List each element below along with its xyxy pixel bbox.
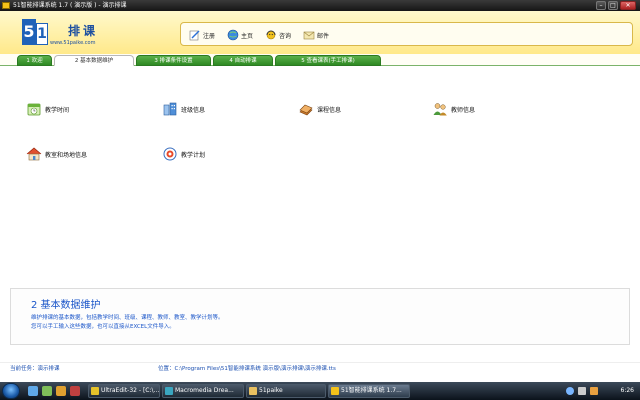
window-title-bar: 51智能排课系统 1.7 ( 演示版 ) - 演示排课 – □ ✕ (0, 0, 640, 11)
quicklaunch-switch-icon[interactable] (42, 386, 52, 396)
register-link[interactable]: 注册 (189, 28, 215, 42)
classroom-info-item[interactable]: 教室和场地信息 (26, 145, 87, 163)
quicklaunch-app-icon[interactable] (56, 386, 66, 396)
taskbar-paike-label: 51智能排课系统 1.7... (341, 387, 402, 394)
logo-url: www.51paike.com (50, 40, 96, 46)
mail-link[interactable]: 邮件 (303, 28, 329, 42)
logo-mark: 5 1 (22, 19, 48, 45)
register-label: 注册 (203, 32, 216, 40)
home-link[interactable]: 主页 (227, 28, 253, 42)
start-orb-icon[interactable] (2, 383, 20, 399)
taskbar-folder[interactable]: 51paike (246, 384, 326, 398)
teacher-info-label: 教师信息 (451, 106, 476, 114)
teachers-icon (433, 103, 447, 116)
tray-app-icon[interactable] (590, 387, 598, 395)
mail-label: 邮件 (317, 32, 330, 40)
step-description: 2 基本数据维护 维护排课的基本数据，包括教学时间、班级、课程、教师、教室、教学… (10, 288, 630, 345)
description-line-2: 您可以手工输入这些数据，也可以直接从EXCEL文件导入。 (31, 324, 175, 330)
dreamweaver-icon (165, 387, 173, 395)
tab-auto-schedule[interactable]: 4 自动排课 (213, 55, 273, 66)
paike-app-icon (331, 387, 339, 395)
quicklaunch-desktop-icon[interactable] (28, 386, 38, 396)
teaching-time-item[interactable]: 教学时间 (26, 100, 69, 118)
network-icon[interactable] (566, 387, 574, 395)
globe-home-icon (227, 29, 239, 41)
status-bar: 当前任务：演示排课 位置：C:\Program Files\51智能排课系统 演… (0, 362, 640, 374)
quicklaunch-app2-icon[interactable] (70, 386, 80, 396)
folder-icon (249, 387, 257, 395)
consult-link[interactable]: 咨询 (265, 28, 291, 42)
window-title: 51智能排课系统 1.7 ( 演示版 ) - 演示排课 (13, 2, 127, 9)
current-task: 当前任务：演示排课 (10, 366, 60, 372)
consult-label: 咨询 (279, 32, 292, 40)
app-icon (2, 2, 10, 9)
step-tabs: 1 欢迎 2 基本数据维护 3 排课条件设置 4 自动排课 5 查看课表(手工排… (0, 54, 640, 66)
class-info-label: 班级信息 (181, 106, 206, 114)
clock-calendar-icon (27, 103, 41, 116)
course-info-label: 课程信息 (317, 106, 342, 114)
course-info-item[interactable]: 课程信息 (298, 100, 341, 118)
top-nav: 注册 主页 咨询 邮件 (180, 22, 633, 46)
ultraedit-icon (91, 387, 99, 395)
taskbar-dreamweaver[interactable]: Macromedia Drea... (162, 384, 244, 398)
tab-conditions[interactable]: 3 排课条件设置 (136, 55, 211, 66)
tab-welcome[interactable]: 1 欢迎 (17, 55, 52, 66)
volume-icon[interactable] (578, 387, 586, 395)
plan-target-icon (163, 147, 177, 161)
taskbar-dreamweaver-label: Macromedia Drea... (175, 387, 234, 394)
description-title: 2 基本数据维护 (31, 300, 101, 311)
app-header: 5 1 排课 www.51paike.com 注册 主页 咨询 邮件 (0, 11, 640, 54)
house-icon (26, 147, 42, 161)
teaching-plan-label: 教学计划 (181, 151, 206, 159)
file-location: 位置：C:\Program Files\51智能排课系统 演示版\演示排课\演示… (158, 366, 336, 372)
home-label: 主页 (241, 32, 254, 40)
teacher-info-item[interactable]: 教师信息 (432, 100, 475, 118)
logo-digit-5: 5 (22, 19, 36, 45)
register-pen-icon (189, 30, 200, 41)
system-tray: 6:26 (560, 382, 640, 400)
taskbar-paike-app[interactable]: 51智能排课系统 1.7... (328, 384, 410, 398)
teaching-time-label: 教学时间 (45, 106, 70, 114)
tab-view-timetable[interactable]: 5 查看课表(手工排课) (275, 55, 381, 66)
headset-icon (266, 30, 276, 40)
description-line-1: 维护排课的基本数据，包括教学时间、班级、课程、教师、教室、教学计划等。 (31, 315, 224, 321)
minimize-button[interactable]: – (596, 1, 606, 10)
main-panel: 教学时间 班级信息 课程信息 教师信息 教室和场地信息 教学计划 (0, 66, 640, 288)
close-button[interactable]: ✕ (620, 1, 636, 10)
maximize-button[interactable]: □ (608, 1, 618, 10)
logo-name: 排课 (68, 24, 99, 38)
taskbar-folder-label: 51paike (259, 387, 283, 394)
taskbar-ultraedit[interactable]: UltraEdit-32 - [C:\... (88, 384, 160, 398)
logo-digit-1: 1 (36, 23, 48, 45)
logo: 5 1 排课 www.51paike.com (22, 19, 132, 51)
tab-basic-data[interactable]: 2 基本数据维护 (54, 55, 134, 66)
taskbar-ultraedit-label: UltraEdit-32 - [C:\... (101, 387, 160, 394)
taskbar-clock[interactable]: 6:26 (621, 385, 634, 397)
class-building-icon (163, 102, 177, 116)
os-taskbar: UltraEdit-32 - [C:\... Macromedia Drea..… (0, 382, 640, 400)
teaching-plan-item[interactable]: 教学计划 (162, 145, 205, 163)
envelope-icon (303, 31, 315, 40)
classroom-info-label: 教室和场地信息 (45, 151, 88, 159)
class-info-item[interactable]: 班级信息 (162, 100, 205, 118)
book-icon (299, 104, 313, 116)
